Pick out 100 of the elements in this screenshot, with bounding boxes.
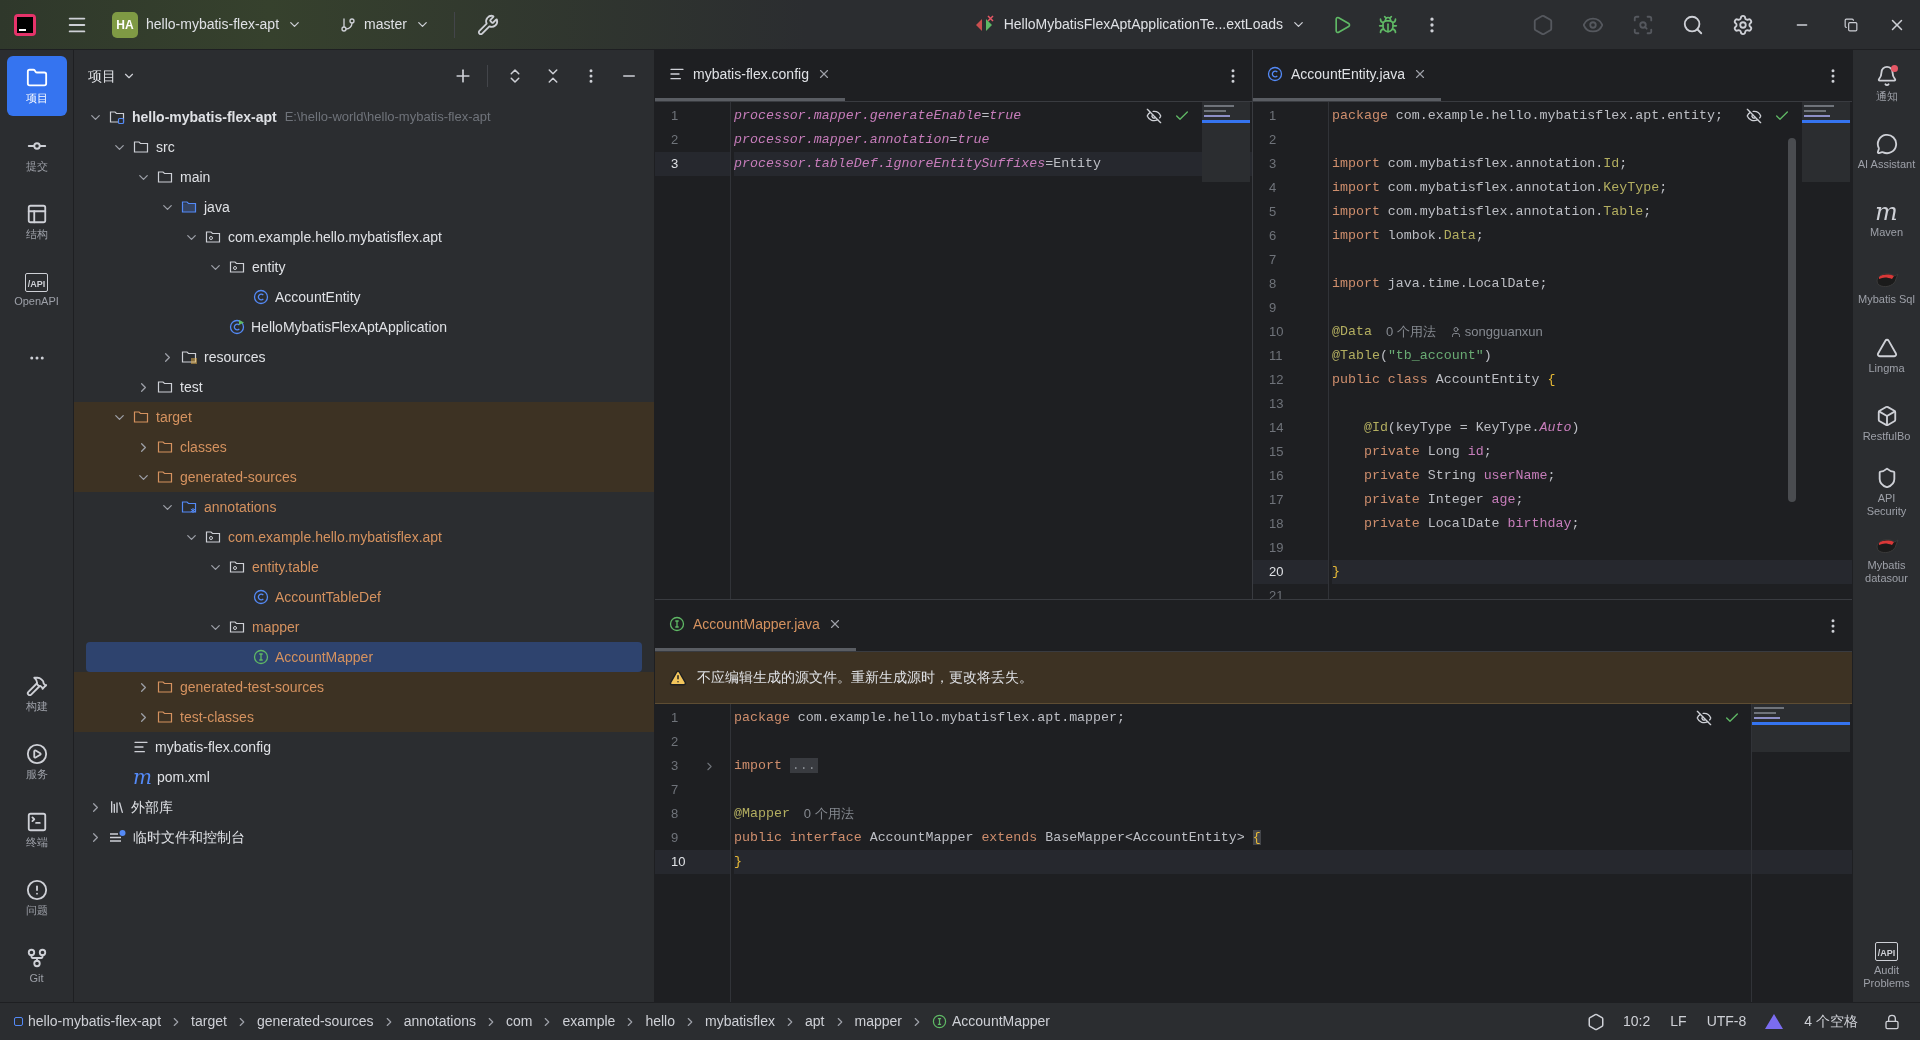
project-view-selector[interactable]: 项目 [88,65,136,87]
tree-item[interactable]: m pom.xml [74,762,654,792]
scrollbar-thumb[interactable] [1788,138,1796,502]
tool-window-button[interactable]: 问题 [6,868,67,928]
tree-item[interactable]: annotations [74,492,654,522]
breadcrumb[interactable]: generated-sources [256,1011,374,1032]
project-selector[interactable]: HA hello-mybatis-flex-apt [112,11,303,38]
tool-window-button[interactable]: 服务 [6,732,67,792]
folder-icon [157,469,174,485]
hexagon-icon[interactable] [1587,1012,1606,1031]
tree-item[interactable]: com.example.hello.mybatisflex.apt [74,522,654,552]
tool-window-button[interactable]: Git [6,936,67,996]
breadcrumb[interactable]: hello-mybatis-flex-apt [14,1011,162,1032]
bug-icon[interactable] [1378,14,1398,35]
tool-window-button[interactable]: 通知 [1855,54,1918,114]
tool-window-button[interactable]: /API Audit Problems [1855,936,1918,996]
breadcrumb[interactable]: example [562,1011,616,1032]
line-number: 14 [1268,419,1285,438]
lock-icon[interactable] [1884,1013,1900,1030]
app-logo-icon[interactable] [14,13,36,36]
tree-item[interactable]: resources [74,342,654,372]
tool-window-button[interactable]: 终端 [6,800,67,860]
tree-item[interactable]: classes [74,432,654,462]
line-number: 7 [670,781,680,800]
breadcrumb[interactable]: com [506,1011,533,1032]
tool-window-button[interactable]: m Maven [1855,190,1918,250]
tree-item[interactable]: src [74,132,654,162]
line-number: 8 [670,805,680,824]
tool-window-button[interactable]: 构建 [6,664,67,724]
bird-icon [1874,270,1899,290]
eye-off-icon[interactable] [1696,710,1712,726]
run-icon[interactable] [1332,14,1352,35]
tree-item[interactable]: AccountMapper [86,642,642,672]
tool-window-button[interactable]: Mybatis Sql [1855,258,1918,318]
line-number: 3 [1268,155,1278,174]
breadcrumb[interactable]: target [191,1011,227,1032]
line-number: 11 [1268,347,1284,366]
breadcrumb[interactable]: annotations [403,1011,477,1032]
tool-window-button[interactable]: Lingma [1855,326,1918,386]
author-hint[interactable]: songguanxun [1449,322,1543,342]
tools-icon[interactable] [476,13,499,36]
triangle-icon[interactable] [1764,1012,1785,1031]
tree-item[interactable]: mybatis-flex.config [74,732,654,762]
class-icon [1267,66,1283,82]
breadcrumb[interactable]: hello [645,1011,675,1032]
editor-tab[interactable]: mybatis-flex.config [655,50,845,101]
folder-icon [25,67,48,89]
usages-hint[interactable]: 0 个用法 [1385,322,1436,342]
restore-icon[interactable] [1844,17,1858,32]
breadcrumb[interactable]: mybatisflex [705,1011,776,1032]
tool-window-button[interactable]: RestfulBo [1855,394,1918,454]
text-lines-icon [669,66,685,82]
run-config-selector[interactable]: HelloMybatisFlexAptApplicationTe...extLoads [973,14,1306,35]
tool-window-button[interactable]: API Security [1855,462,1918,522]
line-number: 20 [1268,563,1285,582]
tree-item[interactable]: HelloMybatisFlexAptApplication [74,312,654,342]
tree-item[interactable]: entity.table [74,552,654,582]
tree-item[interactable]: generated-sources [74,462,654,492]
branch-selector[interactable]: master [340,14,430,35]
tree-item[interactable]: test [74,372,654,402]
tree-item[interactable]: hello-mybatis-flex-apt E:\hello-world\hello-mybatis-flex-apt [74,102,654,132]
tree-item[interactable]: com.example.hello.mybatisflex.apt [74,222,654,252]
bell-icon [1875,65,1898,87]
breadcrumb[interactable]: AccountMapper [931,1011,1051,1032]
caret-position[interactable]: 10:2 [1623,1011,1651,1032]
file-encoding[interactable]: UTF-8 [1706,1011,1747,1032]
folder-icon [133,139,150,155]
usages-hint[interactable]: 0 个用法 [803,804,854,824]
breadcrumb[interactable]: apt [805,1011,825,1032]
module-icon [109,109,126,125]
tree-item[interactable]: 外部库 [74,792,654,822]
code-line: package com.example.hello.mybatisflex.apt.entity; [1332,107,1723,126]
breadcrumb[interactable]: mapper [854,1011,902,1032]
tree-item[interactable]: test-classes [74,702,654,732]
scratch-icon [109,829,127,845]
editor-tab[interactable]: AccountEntity.java [1253,50,1442,101]
tree-item[interactable]: AccountTableDef [74,582,654,612]
tool-window-button[interactable]: /API OpenAPI [6,260,67,320]
tree-item[interactable]: 临时文件和控制台 [74,822,654,852]
tree-item[interactable]: mapper [74,612,654,642]
indent-setting[interactable]: 4 个空格 [1804,1011,1858,1032]
tree-item[interactable]: java [74,192,654,222]
tool-window-button[interactable]: Mybatis datasour [1855,530,1918,590]
tree-item[interactable]: generated-test-sources [74,672,654,702]
eye-off-icon[interactable] [1746,108,1762,124]
line-number: 6 [1268,227,1278,246]
tree-item[interactable]: entity [74,252,654,282]
tree-item[interactable]: target [74,402,654,432]
person-icon [1449,326,1462,338]
tree-item[interactable]: main [74,162,654,192]
eye-off-icon[interactable] [1146,108,1162,124]
search-icon[interactable] [1682,13,1704,36]
tool-window-button[interactable]: 项目 [6,56,67,116]
line-separator[interactable]: LF [1670,1011,1687,1032]
folder-gear-icon [181,499,198,515]
tool-window-button[interactable]: AI Assistant [1855,122,1918,182]
settings-icon[interactable] [1732,13,1754,36]
tool-window-button[interactable]: 提交 [6,124,67,184]
tool-window-button[interactable]: 结构 [6,192,67,252]
tree-item[interactable]: AccountEntity [74,282,654,312]
